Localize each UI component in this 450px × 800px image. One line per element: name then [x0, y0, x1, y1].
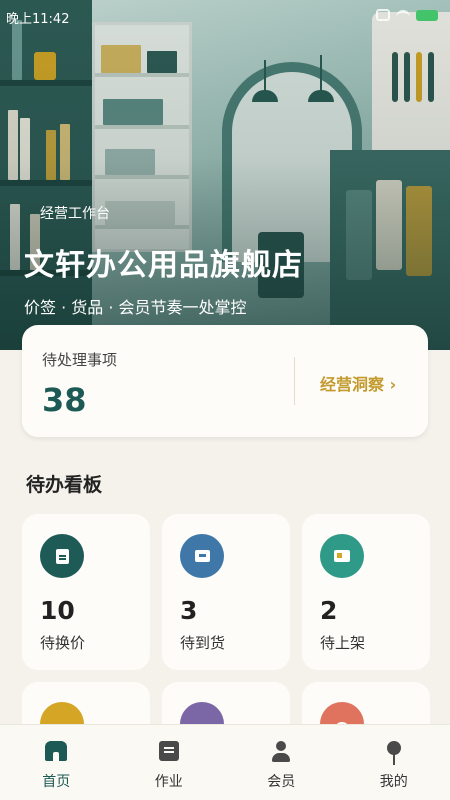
tile-count: 2 — [320, 596, 338, 625]
tab-label: 会员 — [267, 774, 296, 790]
tile-count: 3 — [180, 596, 198, 625]
section-title: 待办看板 — [26, 474, 103, 496]
task-icon — [158, 741, 179, 761]
battery-icon — [416, 9, 438, 21]
hero-banner: 晚上11:42 经营工作台 文轩办公用品旗舰店 价签 · 货品 · 会员节奏一处… — [0, 0, 450, 350]
tab-label: 作业 — [154, 774, 183, 790]
shop-tagline: 价签 · 货品 · 会员节奏一处掌控 — [24, 298, 247, 317]
home-icon — [45, 741, 68, 761]
status-icons — [376, 9, 438, 21]
pending-label: 待处理事项 — [42, 351, 118, 369]
tab-label: 我的 — [379, 774, 408, 790]
delivery-box-icon — [180, 534, 224, 578]
tile-count: 10 — [40, 596, 75, 625]
tile-pending-arrival[interactable]: 3 待到货 — [162, 514, 290, 670]
shelf-icon — [320, 534, 364, 578]
shop-name: 文轩办公用品旗舰店 — [24, 248, 303, 283]
tab-home[interactable]: 首页 — [0, 725, 113, 800]
tab-label: 首页 — [42, 774, 71, 790]
price-tag-icon — [40, 534, 84, 578]
profile-icon — [386, 741, 402, 765]
tab-tasks[interactable]: 作业 — [113, 725, 226, 800]
tile-pending-reprice[interactable]: 10 待换价 — [22, 514, 150, 670]
pending-count: 38 — [42, 381, 87, 419]
signal-icon — [376, 9, 390, 21]
tile-label: 待到货 — [180, 634, 226, 652]
tab-members[interactable]: 会员 — [225, 725, 338, 800]
member-icon — [271, 741, 291, 763]
tile-pending-shelving[interactable]: 2 待上架 — [302, 514, 430, 670]
tile-label: 待换价 — [40, 634, 86, 652]
tile-label: 待上架 — [320, 634, 366, 652]
divider — [294, 357, 295, 405]
tab-mine[interactable]: 我的 — [338, 725, 450, 800]
bottom-tab-bar: 首页 作业 会员 我的 — [0, 724, 450, 800]
wifi-icon — [396, 10, 410, 20]
business-insight-link[interactable]: 经营洞察 › — [320, 371, 396, 395]
workbench-label: 经营工作台 — [40, 206, 110, 222]
pending-summary-card: 待处理事项 38 经营洞察 › — [22, 325, 428, 437]
status-time: 晚上11:42 — [6, 12, 70, 27]
